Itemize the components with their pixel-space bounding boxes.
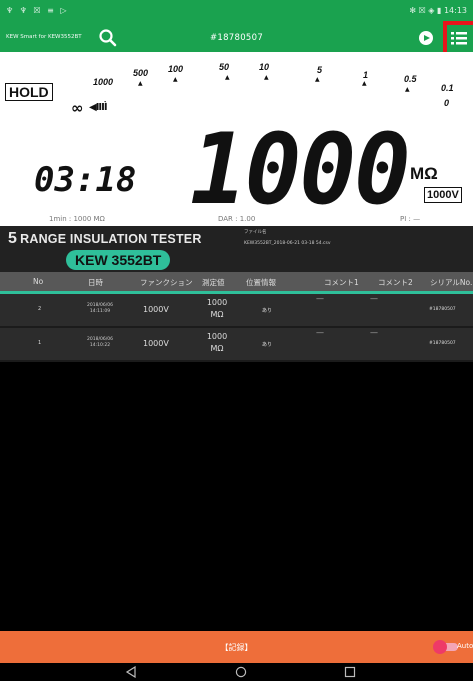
product-line-text: RANGE INSULATION TESTER bbox=[20, 232, 202, 246]
file-name-label: ファイル名 bbox=[244, 230, 267, 235]
auto-toggle[interactable] bbox=[430, 640, 458, 654]
table-row[interactable]: 1 2018/06/06 14:10:22 1000V 1000 MΩ あり —… bbox=[0, 328, 473, 362]
test-voltage-badge: 1000V bbox=[424, 187, 462, 203]
scale-tick: ▲ bbox=[264, 74, 269, 81]
scale-tick: ▲ bbox=[405, 86, 410, 93]
home-icon[interactable] bbox=[235, 666, 247, 678]
product-line-title: 5 RANGE INSULATION TESTER bbox=[8, 230, 202, 248]
scale-tick: ▲ bbox=[138, 80, 143, 87]
column-header-comment2: コメント2 bbox=[378, 278, 413, 287]
row-function: 1000V bbox=[143, 339, 169, 348]
scale-label: 50 bbox=[219, 62, 230, 72]
row-value-unit: MΩ bbox=[210, 310, 224, 319]
file-name-value: KEW3552BT_2018-06-21 03-18 54.csv bbox=[244, 241, 331, 246]
reading-unit: MΩ bbox=[410, 164, 438, 183]
scale-label: 5 bbox=[317, 65, 323, 75]
scale-label: 0 bbox=[444, 98, 450, 108]
row-location: あり bbox=[262, 308, 273, 314]
brand-panel: 5 RANGE INSULATION TESTER KEW 3552BT ファイル… bbox=[0, 226, 473, 272]
scale-tick: ▲ bbox=[225, 74, 230, 81]
record-button[interactable]: 【記録】 bbox=[0, 642, 473, 653]
infinity-symbol: ∞ bbox=[71, 99, 84, 117]
back-icon[interactable] bbox=[125, 666, 137, 678]
row-value-number: 1000 bbox=[206, 298, 228, 307]
scale-tick: ▲ bbox=[315, 76, 320, 83]
row-comment1: — bbox=[316, 294, 324, 303]
row-function: 1000V bbox=[143, 305, 169, 314]
scale-label: 500 bbox=[133, 68, 149, 78]
row-time: 14:10:22 bbox=[89, 343, 111, 348]
row-comment1: — bbox=[316, 328, 324, 337]
column-header-no: No bbox=[33, 277, 44, 286]
column-header-datetime: 日時 bbox=[88, 278, 103, 287]
row-value: 1000 MΩ bbox=[204, 297, 230, 321]
row-value: 1000 MΩ bbox=[204, 331, 230, 355]
row-value-unit: MΩ bbox=[210, 344, 224, 353]
row-no: 1 bbox=[38, 340, 42, 346]
bargraph-indicator: ◀IIIÌ bbox=[89, 102, 108, 113]
scale-label: 0.5 bbox=[404, 74, 417, 84]
scale-label: 0.1 bbox=[441, 83, 454, 93]
status-icons-right: ✻ ☒ ◈ ▮ 14:13 bbox=[409, 6, 467, 15]
row-time: 14:11:09 bbox=[89, 309, 111, 314]
scale-label: 1 bbox=[363, 70, 369, 80]
hold-indicator: HOLD bbox=[5, 83, 53, 101]
table-row[interactable]: 2 2018/06/06 14:11:09 1000V 1000 MΩ あり —… bbox=[0, 294, 473, 328]
row-serial: #18780507 bbox=[429, 307, 456, 312]
status-icons-left: ♆ ♆ ☒ ≡ ▷ bbox=[6, 6, 69, 15]
play-button[interactable] bbox=[419, 31, 433, 45]
column-header-value: 測定値 bbox=[202, 278, 225, 287]
toggle-knob bbox=[433, 640, 447, 654]
range-count: 5 bbox=[8, 230, 18, 247]
device-serial: #18780507 bbox=[209, 33, 264, 43]
scale-tick: ▲ bbox=[173, 76, 178, 83]
column-header-serial: シリアルNo. bbox=[430, 278, 473, 287]
main-reading: 1000 bbox=[190, 113, 411, 226]
row-comment2: — bbox=[370, 294, 378, 303]
recents-icon[interactable] bbox=[344, 666, 356, 678]
scale-label: 100 bbox=[168, 64, 184, 74]
row-datetime: 2018/06/06 14:11:09 bbox=[80, 303, 120, 315]
dar-value: DAR : 1.00 bbox=[218, 215, 256, 223]
row-serial: #18780507 bbox=[429, 341, 456, 346]
auto-label: Auto bbox=[457, 642, 473, 650]
scale-label: 10 bbox=[259, 62, 270, 72]
row-location: あり bbox=[262, 342, 273, 348]
column-header-function: ファンクション bbox=[140, 278, 193, 287]
model-badge: KEW 3552BT bbox=[66, 250, 171, 270]
elapsed-timer: 03:18 bbox=[34, 160, 137, 200]
pi-value: PI : — bbox=[400, 215, 421, 223]
row-datetime: 2018/06/06 14:10:22 bbox=[80, 337, 120, 349]
meter-display: HOLD 1000 500 100 50 10 5 1 0.5 0.1 0 ▲ … bbox=[0, 52, 473, 226]
system-nav-bar bbox=[0, 663, 473, 681]
status-bar: ♆ ♆ ☒ ≡ ▷ ✻ ☒ ◈ ▮ 14:13 bbox=[0, 0, 473, 24]
table-header: No 日時 ファンクション 測定値 位置情報 コメント1 コメント2 シリアルN… bbox=[0, 272, 473, 294]
row-comment2: — bbox=[370, 328, 378, 337]
row-value-number: 1000 bbox=[206, 332, 228, 341]
bottom-bar: 【記録】 Auto bbox=[0, 631, 473, 663]
one-minute-value: 1min : 1000 MΩ bbox=[49, 215, 105, 223]
column-header-comment1: コメント1 bbox=[324, 278, 359, 287]
column-header-location: 位置情報 bbox=[246, 278, 276, 287]
scale-label: 1000 bbox=[93, 77, 114, 87]
scale-tick: ▲ bbox=[362, 80, 367, 87]
row-no: 2 bbox=[38, 306, 42, 312]
app-bar: KEW Smart for KEW3552BT #18780507 bbox=[0, 24, 473, 52]
